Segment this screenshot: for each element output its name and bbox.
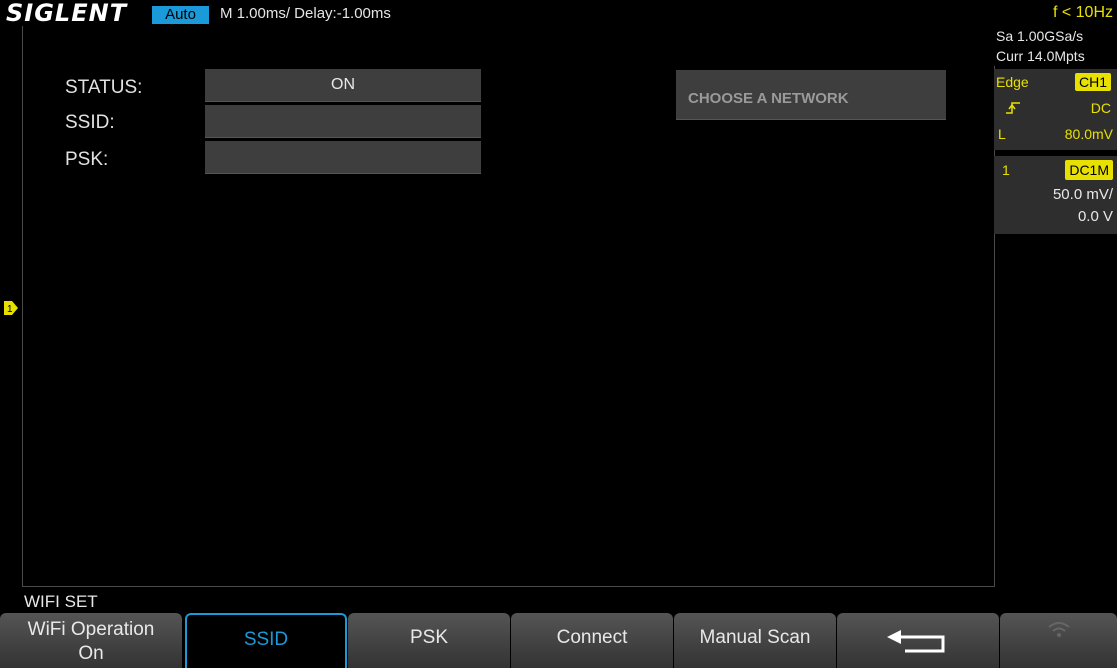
channel-scale: 50.0 mV/ (1052, 186, 1113, 203)
channel-1-marker-icon: 1 (4, 301, 18, 315)
connect-softkey[interactable]: Connect (511, 613, 673, 668)
trigger-source: CH1 (1074, 73, 1111, 91)
trigger-type: Edge (996, 74, 1029, 90)
sample-rate: Sa 1.00GSa/s (994, 26, 1117, 46)
frequency-readout: f < 10Hz (1052, 4, 1113, 21)
psk-label: PSK: (65, 149, 109, 170)
wifi-icon (1047, 622, 1070, 637)
ssid-field[interactable] (205, 105, 481, 138)
trigger-coupling: DC (1090, 100, 1111, 116)
wifi-status-softkey[interactable] (1000, 613, 1117, 668)
channel-1-info[interactable]: 1 DC1M 50.0 mV/ 0.0 V (994, 156, 1117, 234)
return-arrow-icon (887, 630, 945, 653)
connect-softkey-label: Connect (556, 627, 628, 648)
psk-softkey[interactable]: PSK (348, 613, 510, 668)
return-softkey[interactable] (837, 613, 999, 668)
ssid-softkey[interactable]: SSID (185, 613, 347, 668)
softkey-bar: WiFi Operation On SSID PSK Connect Manua… (0, 613, 1117, 668)
wifi-operation-softkey[interactable]: WiFi Operation On (0, 613, 182, 668)
ssid-softkey-label: SSID (243, 629, 289, 650)
channel-number: 1 (1002, 162, 1010, 178)
wifi-operation-value: On (78, 643, 104, 664)
trigger-level-row: L 80.0mV (994, 121, 1117, 147)
menu-title: WIFI SET (24, 592, 98, 611)
trigger-level-label: L (998, 126, 1006, 142)
trigger-level: 80.0mV (1064, 126, 1113, 142)
trigger-type-row: Edge CH1 (994, 69, 1117, 95)
channel-coupling: DC1M (1065, 160, 1113, 180)
psk-softkey-label: PSK (409, 627, 449, 648)
trigger-slope-row: DC (994, 95, 1117, 121)
status-field[interactable]: ON (205, 69, 481, 102)
rising-edge-icon (1006, 102, 1020, 114)
trigger-info-block[interactable]: Edge CH1 DC L 80.0mV (994, 69, 1117, 150)
memory-depth: Curr 14.0Mpts (994, 46, 1117, 66)
manual-scan-softkey-label: Manual Scan (699, 627, 811, 648)
choose-network-button[interactable]: CHOOSE A NETWORK (676, 70, 946, 120)
status-label: STATUS: (65, 77, 143, 98)
wifi-operation-label: WiFi Operation (27, 619, 155, 640)
top-bar: SIGLENT Auto M 1.00ms/ Delay:-1.00ms f <… (0, 0, 1117, 26)
channel-1-marker-label: 1 (7, 304, 13, 315)
manual-scan-softkey[interactable]: Manual Scan (674, 613, 836, 668)
info-panel: Sa 1.00GSa/s Curr 14.0Mpts Edge CH1 DC L… (994, 26, 1117, 234)
timebase-readout: M 1.00ms/ Delay:-1.00ms (220, 5, 391, 22)
psk-field[interactable] (205, 141, 481, 174)
ssid-label: SSID: (65, 112, 115, 133)
siglent-logo: SIGLENT (6, 0, 128, 27)
trigger-mode-badge: Auto (152, 6, 209, 24)
channel-offset: 0.0 V (1077, 208, 1113, 225)
